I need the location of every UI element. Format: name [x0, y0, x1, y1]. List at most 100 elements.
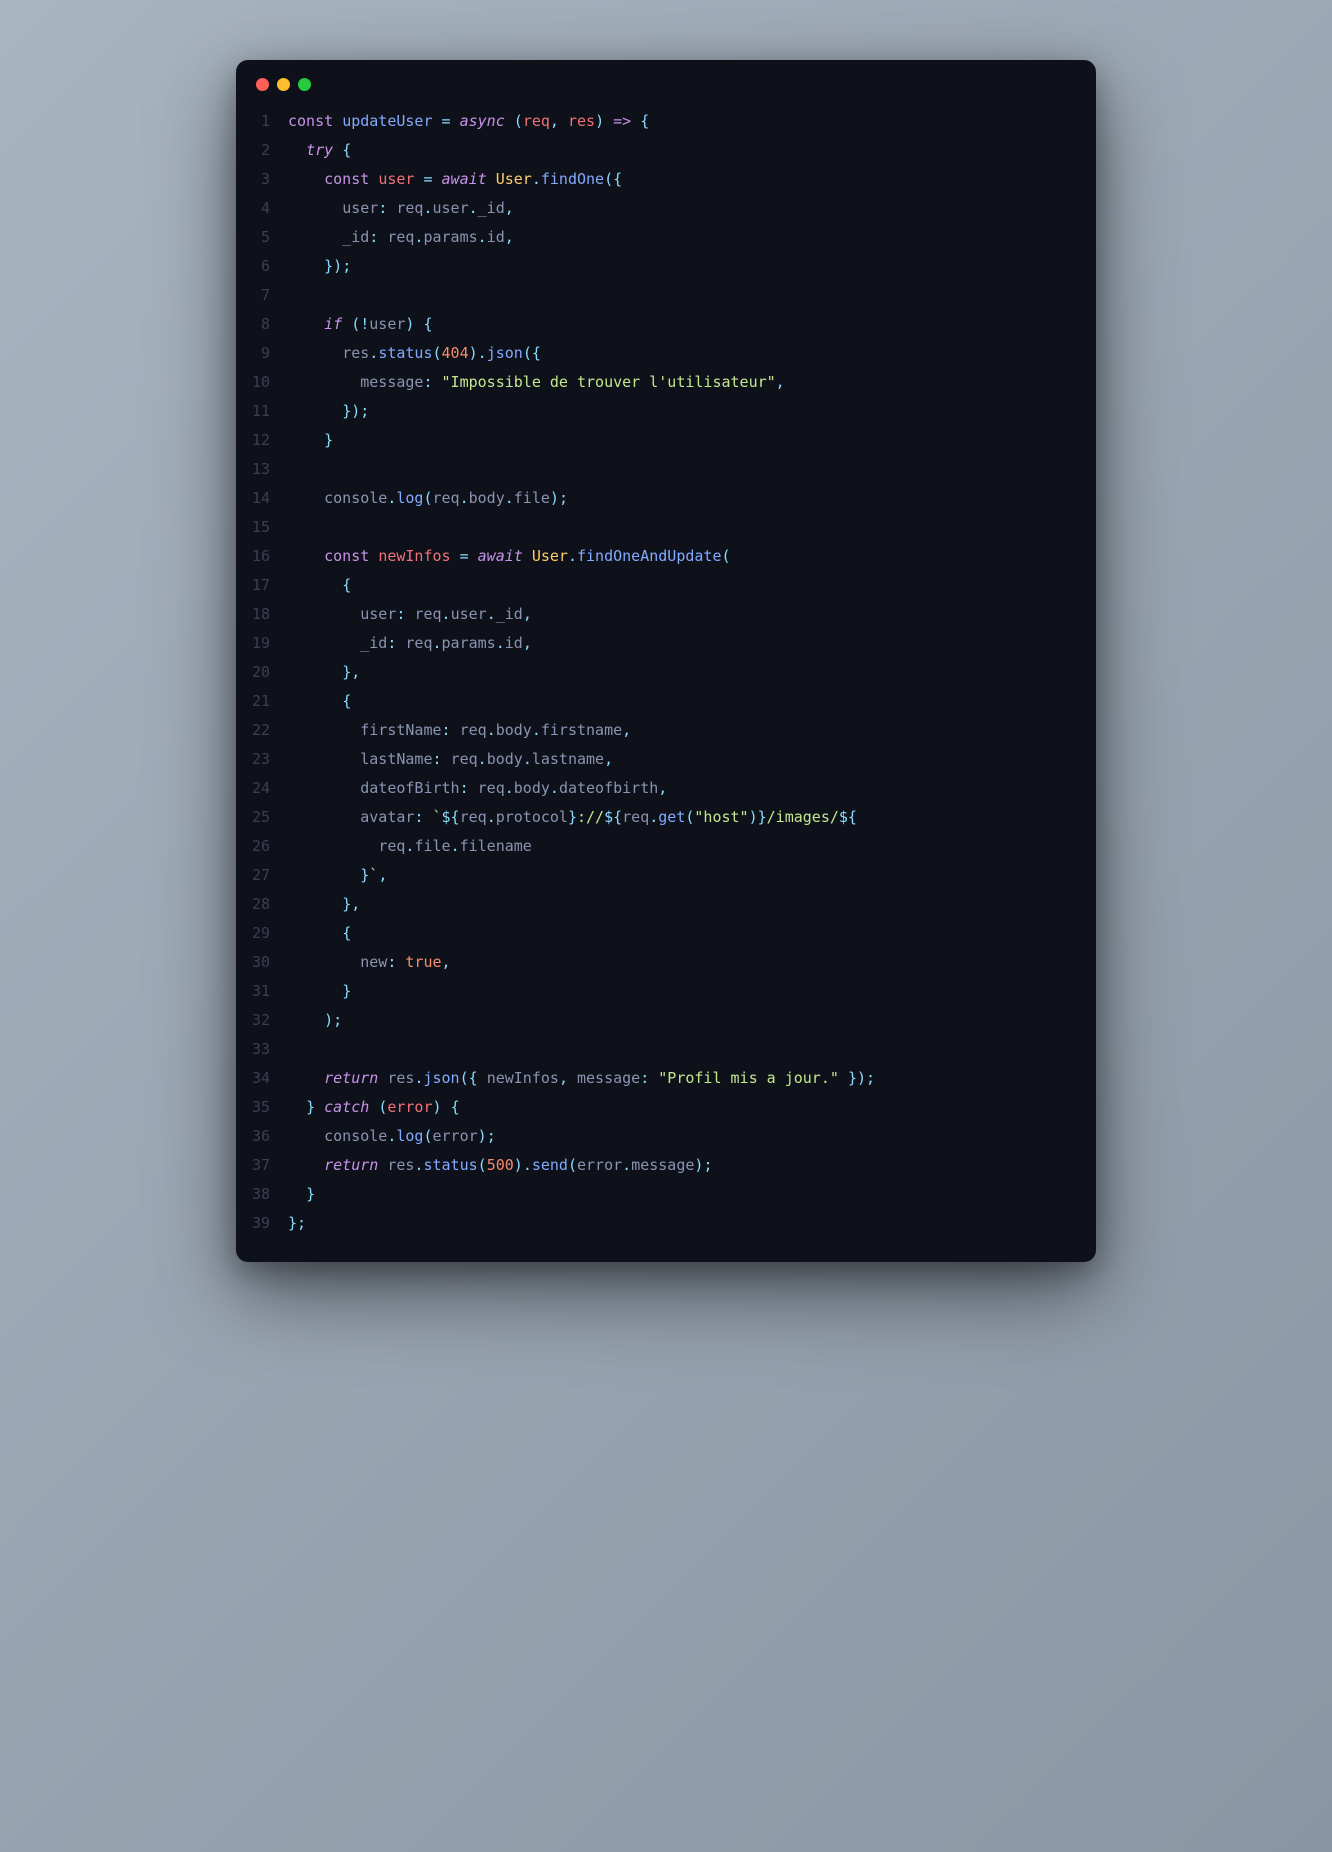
code-content[interactable]: {: [288, 687, 1096, 716]
code-line[interactable]: 14 console.log(req.body.file);: [236, 484, 1096, 513]
code-line[interactable]: 12 }: [236, 426, 1096, 455]
code-line[interactable]: 20 },: [236, 658, 1096, 687]
code-line[interactable]: 8 if (!user) {: [236, 310, 1096, 339]
code-content[interactable]: const user = await User.findOne({: [288, 165, 1096, 194]
token: [288, 199, 342, 217]
code-line[interactable]: 22 firstName: req.body.firstname,: [236, 716, 1096, 745]
code-content[interactable]: lastName: req.body.lastname,: [288, 745, 1096, 774]
code-editor[interactable]: 1const updateUser = async (req, res) => …: [236, 101, 1096, 1238]
code-line[interactable]: 1const updateUser = async (req, res) => …: [236, 107, 1096, 136]
token: [423, 808, 432, 826]
code-content[interactable]: );: [288, 1006, 1096, 1035]
token: [288, 663, 342, 681]
token: [451, 112, 460, 130]
code-content[interactable]: const newInfos = await User.findOneAndUp…: [288, 542, 1096, 571]
code-content[interactable]: [288, 1035, 1096, 1064]
code-line[interactable]: 5 _id: req.params.id,: [236, 223, 1096, 252]
code-line[interactable]: 19 _id: req.params.id,: [236, 629, 1096, 658]
code-line[interactable]: 4 user: req.user._id,: [236, 194, 1096, 223]
code-content[interactable]: console.log(error);: [288, 1122, 1096, 1151]
code-line[interactable]: 2 try {: [236, 136, 1096, 165]
code-content[interactable]: {: [288, 571, 1096, 600]
line-number: 29: [236, 919, 288, 948]
code-content[interactable]: try {: [288, 136, 1096, 165]
code-line[interactable]: 29 {: [236, 919, 1096, 948]
code-content[interactable]: return res.json({ newInfos, message: "Pr…: [288, 1064, 1096, 1093]
code-content[interactable]: res.status(404).json({: [288, 339, 1096, 368]
code-content[interactable]: });: [288, 252, 1096, 281]
code-line[interactable]: 13: [236, 455, 1096, 484]
code-content[interactable]: },: [288, 890, 1096, 919]
code-content[interactable]: } catch (error) {: [288, 1093, 1096, 1122]
token: ,: [378, 866, 387, 884]
code-content[interactable]: return res.status(500).send(error.messag…: [288, 1151, 1096, 1180]
code-content[interactable]: },: [288, 658, 1096, 687]
code-content[interactable]: [288, 455, 1096, 484]
code-content[interactable]: const updateUser = async (req, res) => {: [288, 107, 1096, 136]
token: (: [423, 489, 432, 507]
code-line[interactable]: 34 return res.json({ newInfos, message: …: [236, 1064, 1096, 1093]
code-line[interactable]: 21 {: [236, 687, 1096, 716]
token: params: [423, 228, 477, 246]
token: ,: [776, 373, 785, 391]
code-content[interactable]: [288, 281, 1096, 310]
code-line[interactable]: 39};: [236, 1209, 1096, 1238]
code-line[interactable]: 9 res.status(404).json({: [236, 339, 1096, 368]
code-content[interactable]: [288, 513, 1096, 542]
code-content[interactable]: avatar: `${req.protocol}://${req.get("ho…: [288, 803, 1096, 832]
code-line[interactable]: 32 );: [236, 1006, 1096, 1035]
code-line[interactable]: 16 const newInfos = await User.findOneAn…: [236, 542, 1096, 571]
code-line[interactable]: 25 avatar: `${req.protocol}://${req.get(…: [236, 803, 1096, 832]
code-content[interactable]: message: "Impossible de trouver l'utilis…: [288, 368, 1096, 397]
code-line[interactable]: 23 lastName: req.body.lastname,: [236, 745, 1096, 774]
code-line[interactable]: 11 });: [236, 397, 1096, 426]
code-content[interactable]: }: [288, 977, 1096, 1006]
code-content[interactable]: console.log(req.body.file);: [288, 484, 1096, 513]
code-line[interactable]: 17 {: [236, 571, 1096, 600]
code-content[interactable]: new: true,: [288, 948, 1096, 977]
code-line[interactable]: 10 message: "Impossible de trouver l'uti…: [236, 368, 1096, 397]
code-content[interactable]: firstName: req.body.firstname,: [288, 716, 1096, 745]
code-line[interactable]: 33: [236, 1035, 1096, 1064]
code-line[interactable]: 30 new: true,: [236, 948, 1096, 977]
code-content[interactable]: user: req.user._id,: [288, 600, 1096, 629]
line-number: 13: [236, 455, 288, 484]
token: [451, 721, 460, 739]
code-content[interactable]: user: req.user._id,: [288, 194, 1096, 223]
code-line[interactable]: 3 const user = await User.findOne({: [236, 165, 1096, 194]
code-content[interactable]: _id: req.params.id,: [288, 629, 1096, 658]
maximize-icon[interactable]: [298, 78, 311, 91]
code-line[interactable]: 37 return res.status(500).send(error.mes…: [236, 1151, 1096, 1180]
code-content[interactable]: _id: req.params.id,: [288, 223, 1096, 252]
code-content[interactable]: dateofBirth: req.body.dateofbirth,: [288, 774, 1096, 803]
code-line[interactable]: 28 },: [236, 890, 1096, 919]
code-line[interactable]: 31 }: [236, 977, 1096, 1006]
code-content[interactable]: {: [288, 919, 1096, 948]
code-line[interactable]: 18 user: req.user._id,: [236, 600, 1096, 629]
code-line[interactable]: 26 req.file.filename: [236, 832, 1096, 861]
code-line[interactable]: 7: [236, 281, 1096, 310]
code-line[interactable]: 24 dateofBirth: req.body.dateofbirth,: [236, 774, 1096, 803]
token: .: [442, 605, 451, 623]
code-content[interactable]: if (!user) {: [288, 310, 1096, 339]
token: user: [378, 170, 414, 188]
token: [288, 634, 360, 652]
code-line[interactable]: 15: [236, 513, 1096, 542]
token: res: [568, 112, 595, 130]
code-content[interactable]: }`,: [288, 861, 1096, 890]
token: [288, 1069, 324, 1087]
code-content[interactable]: }: [288, 426, 1096, 455]
code-content[interactable]: });: [288, 397, 1096, 426]
token: true: [405, 953, 441, 971]
code-line[interactable]: 6 });: [236, 252, 1096, 281]
token: const: [288, 112, 342, 130]
close-icon[interactable]: [256, 78, 269, 91]
minimize-icon[interactable]: [277, 78, 290, 91]
code-line[interactable]: 38 }: [236, 1180, 1096, 1209]
code-line[interactable]: 36 console.log(error);: [236, 1122, 1096, 1151]
code-content[interactable]: }: [288, 1180, 1096, 1209]
code-line[interactable]: 27 }`,: [236, 861, 1096, 890]
code-content[interactable]: req.file.filename: [288, 832, 1096, 861]
code-content[interactable]: };: [288, 1209, 1096, 1238]
code-line[interactable]: 35 } catch (error) {: [236, 1093, 1096, 1122]
